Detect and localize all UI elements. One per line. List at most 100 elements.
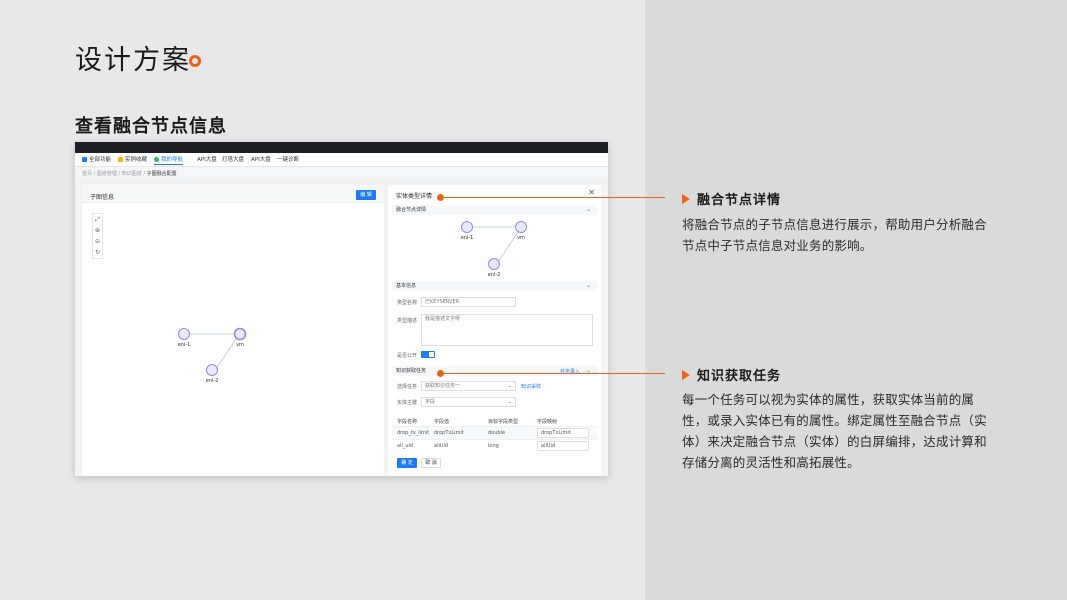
section-label: 知识获取任务 — [396, 368, 427, 374]
triangle-right-icon — [682, 369, 690, 380]
public-toggle[interactable] — [421, 351, 435, 358]
table-cell: double — [488, 430, 506, 436]
graph-node-label: eni-2 — [488, 272, 501, 278]
right-background — [645, 0, 1067, 600]
subgraph-panel: 子图信息 编 辑 ⤢ ⊕ ⊖ ↻ eni-1 vm eni-2 — [82, 185, 384, 476]
graph-node — [461, 221, 473, 233]
mapping-table-header: 字段名称 字段值 目标字段类型 字段映射 — [392, 415, 597, 425]
graph-node-label: eni-1 — [461, 235, 474, 241]
nav-item-label: API大盘 — [251, 157, 271, 163]
graph-node[interactable] — [206, 364, 218, 376]
breadcrumb-item[interactable]: 首页 — [82, 171, 92, 177]
breadcrumb-current: 子图融合配置 — [146, 171, 177, 177]
type-name-label: 类型名称 — [397, 300, 418, 306]
nav-item-api-dashboard-2[interactable]: API大盘 — [251, 155, 271, 163]
table-header-cell: 目标字段类型 — [488, 419, 519, 425]
nav-item-all-functions[interactable]: 全部功能 — [82, 155, 111, 163]
fusion-section-header[interactable]: 融合节点详情 ⌄ — [392, 205, 597, 215]
table-cell: aliUid — [434, 443, 449, 449]
breadcrumb: 首页 / 图谱管理 / 知识图谱 / 子图融合配置 — [75, 167, 608, 178]
callout-heading-text: 知识获取任务 — [697, 369, 782, 384]
nav-item-label: 全部功能 — [89, 157, 112, 163]
field-mapping-input[interactable]: aliUid — [537, 441, 589, 451]
callout-connector — [440, 373, 665, 374]
nav-item-label: API大盘 — [197, 157, 217, 163]
nav-item-label: 实例收藏 — [125, 157, 148, 163]
section-label: 基本信息 — [396, 283, 417, 289]
folder-icon — [118, 156, 123, 162]
user-icon — [154, 156, 159, 162]
entity-key-dropdown[interactable]: 字段 ⌄ — [421, 397, 516, 407]
table-cell: long — [488, 443, 499, 449]
type-name-input[interactable]: 已KEYSERVER — [421, 297, 516, 307]
entity-key-value: 字段 — [425, 399, 436, 405]
nav-item-label: 一键诊断 — [277, 157, 300, 163]
section-title: 查看融合节点信息 — [75, 116, 227, 137]
nav-item-api-dashboard[interactable]: API大盘 — [197, 155, 217, 163]
select-task-dropdown[interactable]: 获取知识任务一 ⌄ — [421, 381, 516, 391]
basic-info-section-header[interactable]: 基本信息 ⌄ — [392, 281, 597, 291]
table-header-cell: 字段映射 — [537, 419, 558, 425]
breadcrumb-separator: / — [93, 171, 96, 177]
type-desc-textarea[interactable]: 我是描述文字呀 — [421, 314, 593, 346]
grid-icon — [82, 156, 87, 162]
graph-edge — [215, 338, 237, 370]
callout-heading-text: 融合节点详情 — [697, 193, 782, 208]
graph-node — [488, 258, 500, 270]
callout-body: 每一个任务可以视为实体的属性，获取实体当前的属性，或录入实体已有的属性。绑定属性… — [682, 392, 987, 470]
graph-node-label: vm — [517, 235, 525, 241]
breadcrumb-separator: / — [118, 171, 121, 177]
field-mapping-input[interactable]: dropTxLimit — [537, 428, 589, 438]
triangle-right-icon — [682, 193, 690, 204]
chevron-down-icon: ⌄ — [507, 383, 512, 389]
public-label: 是否公开 — [397, 353, 418, 359]
table-cell: drop_tx_limit — [397, 430, 430, 436]
table-cell: dropTxLimit — [434, 430, 464, 436]
graph-node-label: eni-1 — [178, 342, 191, 348]
callout-connector — [440, 197, 665, 198]
nav-item-lighthouse[interactable]: 灯塔大盘 — [222, 155, 244, 163]
section-label: 融合节点详情 — [396, 207, 427, 213]
close-icon[interactable]: ✕ — [588, 188, 595, 197]
graph-node[interactable] — [233, 327, 247, 341]
nav-item-diagnose[interactable]: 一键诊断 — [277, 155, 299, 163]
chevron-down-icon: ⌄ — [585, 282, 591, 289]
panel-title: 实体类型详情 — [396, 193, 433, 200]
callout-heading: 知识获取任务 — [682, 365, 781, 384]
table-header-cell: 字段值 — [434, 419, 450, 425]
chevron-down-icon: ⌄ — [585, 367, 591, 374]
select-task-value: 获取知识任务一 — [425, 383, 461, 389]
nav-bar: 全部功能 实例收藏 我的导航 API大盘 灯塔大盘 API大盘 一键诊断 — [75, 153, 608, 167]
table-cell: ali_uid — [397, 443, 414, 449]
graph-node-label: vm — [236, 342, 244, 348]
app-topbar — [75, 142, 608, 153]
subgraph-canvas[interactable]: eni-1 vm eni-2 — [82, 185, 384, 476]
chevron-down-icon: ⌄ — [507, 399, 512, 405]
breadcrumb-item[interactable]: 知识图谱 — [122, 171, 142, 177]
fusion-graph[interactable]: eni-1 vm eni-2 — [388, 215, 601, 285]
table-row: drop_tx_limit dropTxLimit double dropTxL… — [392, 426, 597, 439]
breadcrumb-separator: / — [143, 171, 146, 177]
breadcrumb-item[interactable]: 图谱管理 — [97, 171, 117, 177]
type-desc-label: 类型描述 — [397, 318, 418, 324]
entity-type-detail-panel: 实体类型详情 ✕ 融合节点详情 ⌄ eni-1 vm eni-2 基本信息 ⌄ … — [388, 185, 601, 476]
nav-item-favorites[interactable]: 实例收藏 — [118, 155, 147, 163]
graph-node — [515, 221, 527, 233]
callout-heading: 融合节点详情 — [682, 189, 781, 208]
callout-body: 将融合节点的子节点信息进行展示，帮助用户分析融合节点中子节点信息对业务的影响。 — [682, 217, 987, 253]
graph-node[interactable] — [178, 328, 190, 340]
task-detail-link[interactable]: 知识采样 — [521, 383, 541, 390]
confirm-button[interactable]: 确 定 — [397, 458, 417, 468]
nav-item-my-nav[interactable]: 我的导航 — [154, 155, 184, 165]
cancel-button[interactable]: 取 消 — [421, 458, 441, 468]
entity-key-label: 实体主键 — [397, 400, 418, 406]
select-task-label: 选择任务 — [397, 384, 418, 390]
nav-item-label: 灯塔大盘 — [222, 157, 245, 163]
ui-screenshot: 全部功能 实例收藏 我的导航 API大盘 灯塔大盘 API大盘 一键诊断 首页 … — [75, 142, 608, 476]
title-accent-dot-icon — [189, 55, 201, 67]
table-header-cell: 字段名称 — [397, 419, 418, 425]
nav-item-label: 我的导航 — [161, 157, 184, 163]
chevron-down-icon: ⌄ — [585, 206, 591, 213]
graph-node-label: eni-2 — [206, 378, 219, 384]
table-row: ali_uid aliUid long aliUid — [392, 439, 597, 452]
